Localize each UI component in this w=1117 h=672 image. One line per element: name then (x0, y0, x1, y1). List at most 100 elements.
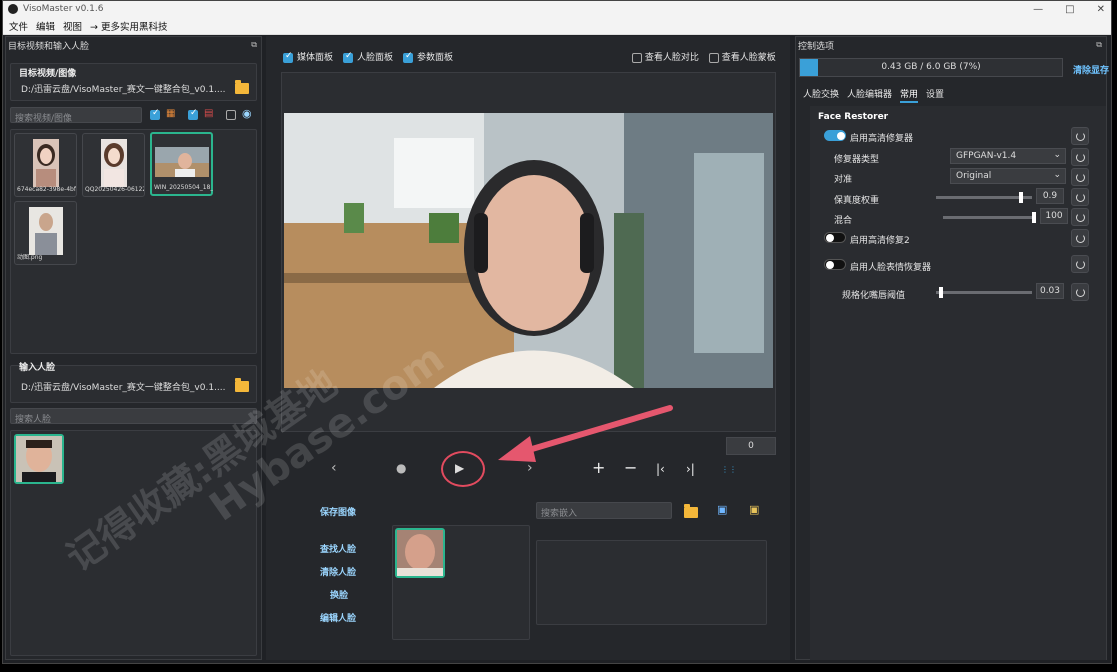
reset-icon[interactable] (1071, 208, 1089, 226)
media-search-input[interactable]: 搜索视频/图像 (10, 107, 142, 124)
target-section-label: 目标视频/图像 (19, 69, 77, 79)
panel-toggles: 媒体面板 人脸面板 参数面板 (283, 50, 453, 63)
mouth-threshold-slider[interactable] (936, 287, 1032, 298)
filter-webcam-checkbox[interactable] (226, 110, 236, 120)
input-face-thumb[interactable] (14, 434, 64, 484)
face-image (16, 436, 62, 482)
enable-hd-label: 启用高清修复器 (850, 134, 914, 144)
face-panel-toggle[interactable]: 人脸面板 (343, 50, 393, 63)
save-embed-icon[interactable]: ▣ (717, 503, 727, 516)
prev-frame-icon[interactable]: ‹ (331, 461, 337, 475)
checkbox[interactable] (632, 52, 642, 63)
edit-faces-button[interactable]: 编辑人脸 (320, 611, 356, 624)
clear-faces-button[interactable]: 清除人脸 (320, 565, 356, 578)
enable-hd-switch[interactable] (824, 130, 846, 141)
tab-common[interactable]: 常用 (900, 87, 919, 103)
reset-icon[interactable] (1071, 127, 1089, 145)
last-marker-icon[interactable]: ›| (686, 462, 695, 476)
reset-icon[interactable] (1071, 283, 1089, 301)
save-image-button[interactable]: 保存图像 (320, 505, 356, 518)
play-icon[interactable]: ▶ (455, 461, 464, 475)
find-faces-button[interactable]: 查找人脸 (320, 542, 356, 555)
fidelity-value[interactable]: 0.9 (1036, 188, 1064, 204)
face-search-input[interactable]: 搜索人脸 (10, 408, 257, 425)
blend-value[interactable]: 100 (1040, 208, 1068, 224)
open-embed-folder-icon[interactable] (684, 504, 698, 518)
media-thumb-selected[interactable]: WIN_20250504_18_51 (150, 132, 213, 196)
grid-view-icon[interactable]: ⋮⋮ (721, 463, 737, 477)
webcam-frame-image (154, 147, 209, 177)
input-face-path-box: 输入人脸 D:/迅雷云盘/VisoMaster_赛文一键整合包_v0.1.... (10, 363, 257, 403)
enable-hd2-switch[interactable] (824, 232, 846, 243)
tab-face-editor[interactable]: 人脸编辑器 (847, 87, 892, 103)
clear-memory-button[interactable]: 清除显存 (1073, 63, 1109, 76)
close-icon[interactable]: ✕ (1097, 4, 1105, 15)
align-select[interactable]: Original ⌄ (950, 168, 1066, 184)
filter-images-checkbox[interactable] (150, 108, 160, 120)
video-filter-icon: ▤ (204, 108, 214, 119)
left-panel-title: 目标视频和输入人脸 (8, 42, 90, 52)
pin-icon[interactable]: ⧉ (251, 40, 257, 50)
left-panel: 目标视频和输入人脸 ⧉ 目标视频/图像 D:/迅雷云盘/VisoMaster_赛… (5, 36, 262, 660)
title-bar: VisoMaster v0.1.6 — □ ✕ (3, 1, 1111, 17)
embed-search-input[interactable]: 搜索嵌入 (536, 502, 672, 519)
enable-expr-switch[interactable] (824, 259, 846, 270)
media-thumb[interactable]: 动图.png (14, 201, 77, 265)
menu-file[interactable]: 文件 (9, 19, 28, 33)
mouth-threshold-label: 规格化嘴唇阈值 (842, 291, 906, 301)
face-mask-toggle[interactable]: 查看人脸蒙板 (708, 50, 776, 63)
reset-icon[interactable] (1071, 148, 1089, 166)
media-grid: 674eca82-398e-4bf3- QQ20250426-061220 WI… (10, 129, 257, 354)
portrait-image (100, 139, 127, 187)
frame-counter[interactable]: 0 (726, 437, 776, 455)
input-path: D:/迅雷云盘/VisoMaster_赛文一键整合包_v0.1.... (21, 383, 226, 393)
detected-faces-box (392, 525, 530, 640)
minimize-icon[interactable]: — (1033, 4, 1043, 15)
filter-videos-checkbox[interactable] (188, 108, 198, 120)
fidelity-slider[interactable] (936, 192, 1032, 203)
restorer-type-label: 修复器类型 (834, 155, 880, 165)
face-compare-toggle[interactable]: 查看人脸对比 (632, 50, 699, 63)
swap-faces-button[interactable]: 换脸 (330, 588, 348, 601)
media-thumb[interactable]: 674eca82-398e-4bf3- (14, 133, 77, 197)
media-thumb-caption: 674eca82-398e-4bf3- (17, 186, 76, 193)
slider-knob[interactable] (1019, 192, 1023, 203)
folder-icon[interactable] (235, 80, 249, 94)
tab-settings[interactable]: 设置 (926, 87, 944, 103)
window-title: VisoMaster v0.1.6 (23, 4, 104, 14)
reset-icon[interactable] (1071, 168, 1089, 186)
slider-knob[interactable] (1032, 212, 1036, 223)
memory-text: 0.43 GB / 6.0 GB (7%) (881, 62, 981, 72)
align-label: 对准 (834, 175, 853, 185)
folder-icon[interactable] (235, 378, 249, 392)
input-face-label: 输入人脸 (19, 363, 56, 373)
checkbox[interactable] (283, 51, 293, 63)
target-path-box: 目标视频/图像 D:/迅雷云盘/VisoMaster_赛文一键整合包_v0.1.… (10, 63, 257, 101)
detected-face-thumb[interactable] (395, 528, 445, 578)
slider-knob[interactable] (939, 287, 943, 298)
checkbox[interactable] (343, 51, 354, 63)
menu-view[interactable]: 视图 (63, 19, 82, 33)
menu-edit[interactable]: 编辑 (36, 19, 55, 33)
checkbox[interactable] (708, 52, 719, 63)
enable-expr-label: 启用人脸表情恢复器 (850, 263, 932, 273)
right-panel-title: 控制选项 (798, 42, 835, 52)
portrait-image (28, 207, 63, 255)
media-panel-toggle[interactable]: 媒体面板 (283, 50, 333, 63)
record-icon[interactable]: ● (396, 461, 406, 475)
params-panel-toggle[interactable]: 参数面板 (403, 50, 453, 63)
target-path: D:/迅雷云盘/VisoMaster_赛文一键整合包_v0.1.... (21, 85, 226, 95)
reset-icon[interactable] (1071, 229, 1089, 247)
mouth-threshold-value[interactable]: 0.03 (1036, 283, 1064, 299)
checkbox[interactable] (403, 51, 414, 63)
media-thumb[interactable]: QQ20250426-061220 (82, 133, 145, 197)
restorer-type-select[interactable]: GFPGAN-v1.4 ⌄ (950, 148, 1066, 164)
blend-slider[interactable] (943, 212, 1036, 223)
tab-face-swap[interactable]: 人脸交换 (803, 87, 839, 103)
maximize-icon[interactable]: □ (1065, 4, 1074, 15)
pin-icon[interactable]: ⧉ (1096, 40, 1102, 50)
reset-icon[interactable] (1071, 188, 1089, 206)
save-as-embed-icon[interactable]: ▣ (749, 503, 759, 516)
menu-more[interactable]: → 更多实用黑科技 (90, 19, 167, 33)
reset-icon[interactable] (1071, 255, 1089, 273)
